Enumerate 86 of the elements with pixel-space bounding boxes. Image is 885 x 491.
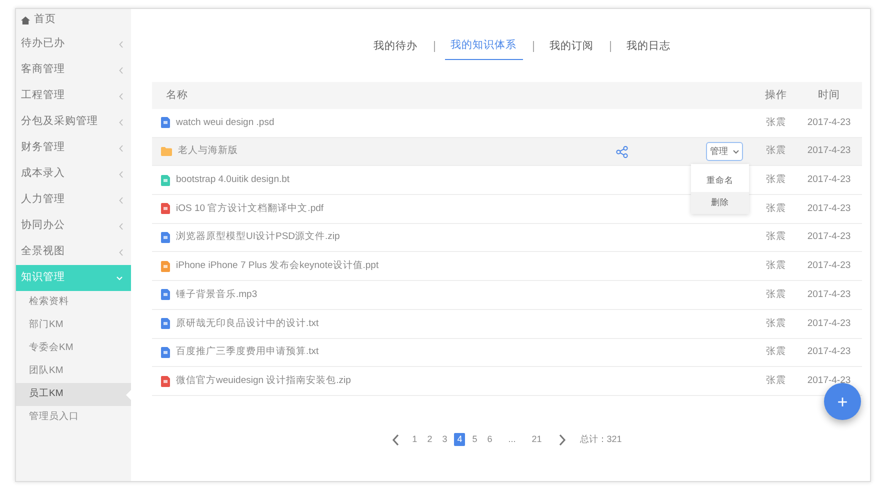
tab[interactable]: 我的日志 [620,36,676,60]
sidebar-item[interactable]: 工程管理 [16,83,131,109]
file-name: watch weui design .psd [176,116,274,130]
owner-cell-text: 张震 [765,116,787,130]
chevron-left-icon [392,434,400,446]
chevron-left-icon [119,118,123,126]
date-cell-text: 2017-4-23 [806,116,852,130]
date-cell-text: 2017-4-23 [806,259,852,274]
chevron-left-icon [119,92,123,100]
file-name: iOS 10 官方设计文档翻译中文.pdf [176,202,324,216]
page-link[interactable]: 4 [454,433,466,446]
sidebar-item[interactable]: 全景视图 [16,239,131,265]
page-link[interactable]: 6 [484,433,496,446]
submenu-item[interactable]: 检索资料 [16,291,131,314]
owner-cell-text: 张震 [765,202,787,216]
submenu-item[interactable]: 团队KM [16,360,131,383]
column-header: 名称 [165,88,189,103]
date-cell-text: 2017-4-23 [806,230,852,244]
total-count: 总计：321 [580,432,622,446]
owner-cell-text: 张震 [765,144,787,158]
home-icon [21,16,30,24]
tab[interactable]: 我的待办 [368,36,424,60]
sidebar-item[interactable]: 人力管理 [16,187,131,213]
menu-item[interactable]: 重命名 [691,170,749,192]
owner-cell-text: 张震 [765,374,787,388]
tab[interactable]: 我的订阅 [544,36,600,60]
chevron-left-icon [119,248,123,256]
owner-cell-text: 张震 [765,173,787,188]
date-cell-text: 2017-4-23 [806,202,852,216]
chevron-right-icon [558,434,566,446]
sidebar-item[interactable]: 财务管理 [16,135,131,161]
file-name: 百度推广三季度费用申请预算.txt [176,345,319,360]
sidebar-item[interactable]: 分包及采购管理 [16,109,131,135]
page-link[interactable]: 5 [469,433,480,446]
column-header: 操作 [764,88,788,103]
sidebar-item[interactable]: 客商管理 [16,57,131,83]
owner-cell-text: 张震 [765,316,787,331]
chevron-left-icon [119,144,123,152]
file-name: bootstrap 4.0uitik design.bt [176,173,290,188]
file-name: 锤子背景音乐.mp3 [176,288,258,302]
submenu-item[interactable]: 部门KM [16,314,131,337]
owner-cell-text: 张震 [765,288,787,302]
submenu-item[interactable]: 管理员入口 [16,406,131,429]
page-link[interactable]: ... [505,433,519,446]
date-cell-text: 2017-4-23 [806,288,852,302]
file-name: iPhone iPhone 7 Plus 发布会keynote设计值.ppt [176,259,379,274]
chevron-down-icon [116,276,123,280]
page-link[interactable]: 2 [424,433,436,446]
table-row[interactable]: iPhone iPhone 7 Plus 发布会keynote设计值.ppt 张震 2017-4-23 [152,252,862,282]
page-link[interactable]: 21 [528,433,545,446]
add-button[interactable]: + [824,383,861,420]
sidebar-item[interactable]: 待办已办 [16,31,131,57]
sidebar-item[interactable]: 协同办公 [16,213,131,239]
caret-icon [733,150,739,154]
share-icon [616,146,628,158]
submenu-item[interactable]: 员工KM [16,383,131,406]
tab[interactable]: 我的知识体系 [444,36,522,60]
file-name: 浏览器原型模型UI设计PSD源文件.zip [176,230,340,244]
home-link[interactable]: 首页 [16,9,131,31]
manage-dropdown[interactable]: 管理 [706,142,743,162]
owner-cell-text: 张震 [765,259,787,274]
date-cell-text: 2017-4-23 [806,316,852,331]
sidebar-item[interactable]: 成本录入 [16,161,131,187]
submenu-item[interactable]: 专委会KM [16,337,131,360]
date-cell-text: 2017-4-23 [806,345,852,360]
chevron-left-icon [119,196,123,204]
page-link[interactable]: 1 [409,433,420,446]
table-row[interactable]: 百度推广三季度费用申请预算.txt 张震 2017-4-23 [152,338,862,368]
file-name: 原研哉无印良品设计中的设计.txt [176,316,319,331]
home-label: 首页 [34,12,56,28]
column-header: 时间 [817,88,841,103]
table-row[interactable]: 浏览器原型模型UI设计PSD源文件.zip 张震 2017-4-23 [152,224,862,252]
date-cell-text: 2017-4-23 [806,144,852,158]
menu-item[interactable]: 删除 [691,192,749,214]
table-row[interactable]: 锤子背景音乐.mp3 张震 2017-4-23 [152,281,862,310]
chevron-left-icon [119,66,123,74]
page-link[interactable]: 3 [439,433,450,446]
owner-cell-text: 张震 [765,345,787,360]
file-name: 老人与海新版 [178,144,238,158]
chevron-left-icon [119,222,123,230]
date-cell-text: 2017-4-23 [806,173,852,188]
file-name: 微信官方weuidesign 设计指南安装包.zip [176,374,351,388]
owner-cell-text: 张震 [765,230,787,244]
chevron-left-icon [119,40,123,48]
table-row[interactable]: 原研哉无印良品设计中的设计.txt 张震 2017-4-23 [152,310,862,338]
chevron-left-icon [119,170,123,178]
